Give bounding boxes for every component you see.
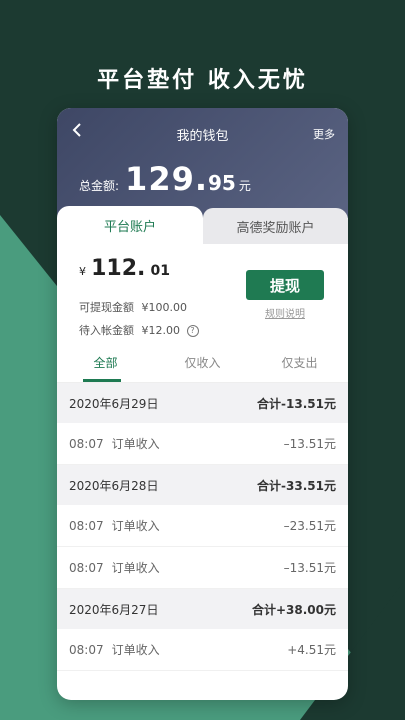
promo-headline: 平台垫付 收入无忧	[97, 68, 308, 93]
transaction-filters: 全部 仅收入 仅支出	[57, 342, 348, 383]
item-desc: 订单收入	[111, 561, 160, 575]
item-time: 08:07	[69, 519, 104, 533]
group-date: 2020年6月28日	[69, 478, 159, 493]
item-amount: –23.51元	[283, 519, 336, 533]
item-time: 08:07	[69, 643, 104, 657]
promo-stage: 平台垫付 收入无忧 我的钱包 更多 总金额: 129. 95 元 平台账户 高德…	[0, 0, 405, 720]
tab-platform-account[interactable]: 平台账户	[57, 206, 203, 244]
tab-amap-reward-account[interactable]: 高德奖励账户	[203, 208, 348, 244]
withdrawable-row: 可提现金额 ¥100.00	[79, 299, 187, 315]
item-desc: 订单收入	[111, 519, 160, 533]
group-total: 合计+38.00元	[251, 602, 336, 617]
wallet-header: 我的钱包 更多 总金额: 129. 95 元 平台账户 高德奖励账户	[57, 108, 348, 244]
rules-link[interactable]: 规则说明	[246, 305, 324, 320]
withdrawable-label: 可提现金额	[79, 301, 134, 314]
phone-screen: 我的钱包 更多 总金额: 129. 95 元 平台账户 高德奖励账户 ¥ 112…	[57, 108, 348, 700]
group-total: 合计-13.51元	[257, 396, 336, 411]
group-date: 2020年6月29日	[69, 396, 159, 411]
item-amount: +4.51元	[287, 643, 336, 657]
account-tabs: 平台账户 高德奖励账户	[57, 206, 348, 244]
withdrawable-value: ¥100.00	[141, 301, 188, 314]
balance-integer: 112.	[91, 256, 146, 281]
total-amount: 总金额: 129. 95 元	[79, 160, 251, 198]
item-time: 08:07	[69, 561, 104, 575]
list-item[interactable]: 08:07 订单收入 –13.51元	[57, 423, 348, 465]
transaction-list: 2020年6月29日 合计-13.51元 08:07 订单收入 –13.51元 2…	[57, 383, 348, 671]
filter-expense-only[interactable]: 仅支出	[251, 342, 348, 382]
currency-symbol: ¥	[79, 265, 86, 278]
pending-row: 待入帐金额 ¥12.00 ?	[79, 322, 199, 338]
pending-value: ¥12.00	[141, 324, 181, 337]
total-unit: 元	[238, 179, 251, 193]
item-desc: 订单收入	[111, 437, 160, 451]
more-button[interactable]: 更多	[313, 126, 335, 142]
withdraw-button[interactable]: 提现	[246, 270, 324, 300]
item-time: 08:07	[69, 437, 104, 451]
total-integer: 129.	[125, 160, 208, 198]
item-desc: 订单收入	[111, 643, 160, 657]
pending-label: 待入帐金额	[79, 324, 134, 337]
list-item[interactable]: 08:07 订单收入 –23.51元	[57, 505, 348, 547]
group-total: 合计-33.51元	[257, 478, 336, 493]
page-title: 我的钱包	[176, 129, 229, 144]
list-item[interactable]: 08:07 订单收入 +4.51元	[57, 629, 348, 671]
item-amount: –13.51元	[283, 437, 336, 451]
account-balance: ¥ 112. 01	[79, 256, 170, 281]
date-header: 2020年6月28日 合计-33.51元	[57, 465, 348, 505]
item-amount: –13.51元	[283, 561, 336, 575]
group-date: 2020年6月27日	[69, 602, 159, 617]
list-item[interactable]: 08:07 订单收入 –13.51元	[57, 547, 348, 589]
date-header: 2020年6月27日 合计+38.00元	[57, 589, 348, 629]
help-icon[interactable]: ?	[186, 325, 199, 337]
balance-decimal: 01	[150, 263, 170, 279]
total-decimal: 95	[208, 171, 236, 195]
total-label: 总金额:	[79, 179, 120, 193]
account-panel: ¥ 112. 01 可提现金额 ¥100.00 待入帐金额 ¥12.00 ? 提…	[57, 244, 348, 342]
filter-all[interactable]: 全部	[57, 342, 154, 382]
filter-income-only[interactable]: 仅收入	[154, 342, 251, 382]
date-header: 2020年6月29日 合计-13.51元	[57, 383, 348, 423]
